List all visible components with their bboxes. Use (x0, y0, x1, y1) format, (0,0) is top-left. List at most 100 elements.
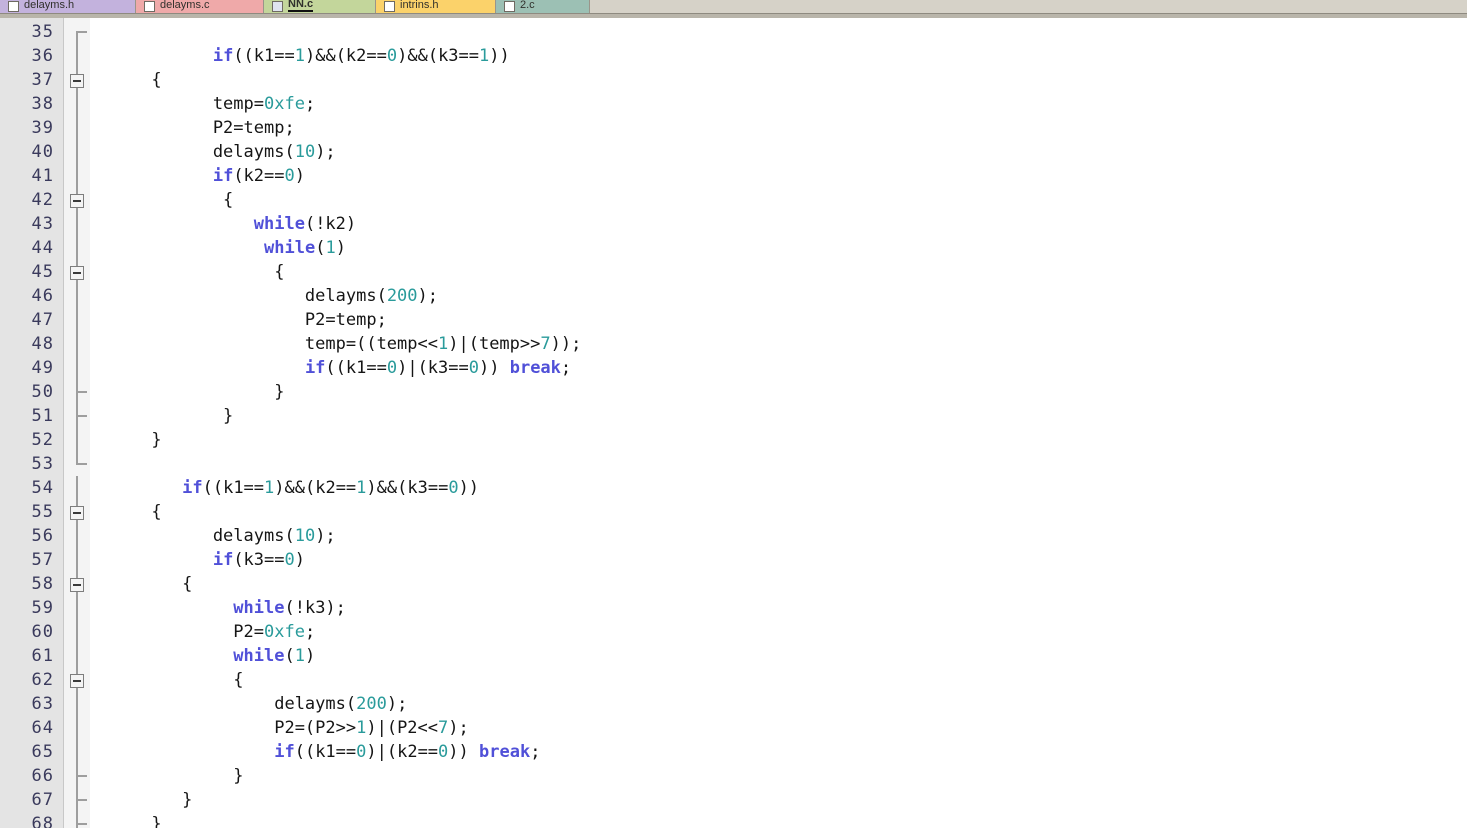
code-number: 0 (468, 358, 479, 378)
code-text: ( (315, 238, 326, 258)
code-text: ) (304, 646, 316, 666)
code-line[interactable]: while(!k2) (90, 212, 1467, 236)
fold-guide-line (76, 284, 78, 308)
code-number: 0xfe (264, 622, 305, 642)
code-text-area[interactable]: if((k1==1)&&(k2==0)&&(k3==1)) { temp=0xf… (90, 18, 1467, 828)
line-number: 36 (31, 46, 54, 66)
fold-collapse-icon[interactable] (70, 74, 84, 88)
tab-2-c[interactable]: 2.c (496, 0, 590, 13)
code-line[interactable]: P2=(P2>>1)|(P2<<7); (90, 716, 1467, 740)
code-text: } (90, 814, 162, 828)
fold-collapse-icon[interactable] (70, 194, 84, 208)
code-line[interactable]: { (90, 572, 1467, 596)
code-line[interactable]: while(!k3); (90, 596, 1467, 620)
code-text: P2= (90, 622, 264, 642)
tab-label: 2.c (520, 0, 535, 11)
code-line[interactable]: if((k1==0)|(k3==0)) break; (90, 356, 1467, 380)
code-line[interactable] (90, 20, 1467, 44)
code-keyword: if (212, 166, 234, 186)
tab-nn-c[interactable]: NN.c (264, 0, 376, 13)
fold-guide-line (76, 308, 78, 332)
document-icon (384, 1, 395, 12)
line-number-gutter: 35 36 37 38 39 40 41 42 43 44 45 46 47 48 49 50 51 52 53 54… (0, 18, 64, 828)
code-line[interactable]: temp=0xfe; (90, 92, 1467, 116)
fold-end-dash-icon (76, 463, 87, 465)
code-number: 0 (386, 46, 398, 66)
code-text: { (90, 190, 234, 210)
code-line[interactable]: } (90, 788, 1467, 812)
code-line[interactable]: } (90, 404, 1467, 428)
fold-guide-line (76, 32, 78, 44)
fold-collapse-icon[interactable] (70, 266, 84, 280)
code-line[interactable]: P2=temp; (90, 308, 1467, 332)
code-text: } (90, 430, 162, 450)
code-line[interactable]: if((k1==0)|(k2==0)) break; (90, 740, 1467, 764)
code-folding-margin[interactable] (64, 18, 90, 828)
code-line[interactable]: P2=temp; (90, 116, 1467, 140)
line-number: 68 (31, 814, 54, 828)
fold-guide-line (76, 548, 78, 572)
code-line[interactable]: if((k1==1)&&(k2==0)&&(k3==1)) (90, 44, 1467, 68)
code-line[interactable]: delayms(200); (90, 692, 1467, 716)
code-line[interactable]: if((k1==1)&&(k2==1)&&(k3==0)) (90, 476, 1467, 500)
line-number: 61 (31, 646, 54, 666)
code-text: ; (560, 358, 572, 378)
line-number: 56 (31, 526, 54, 546)
fold-collapse-icon[interactable] (70, 506, 84, 520)
code-line[interactable]: { (90, 260, 1467, 284)
tab-delayms-c[interactable]: delayms.c (136, 0, 264, 13)
code-keyword: if (182, 478, 203, 498)
code-line[interactable]: } (90, 380, 1467, 404)
code-number: 1 (479, 46, 490, 66)
code-line[interactable]: if(k2==0) (90, 164, 1467, 188)
code-text: ; (530, 742, 541, 762)
fold-guide-line (76, 620, 78, 644)
code-line[interactable]: delayms(200); (90, 284, 1467, 308)
code-line[interactable]: { (90, 188, 1467, 212)
code-text: )); (550, 334, 582, 354)
code-line[interactable] (90, 452, 1467, 476)
code-text: (k2== (233, 166, 285, 186)
code-line[interactable]: delayms(10); (90, 140, 1467, 164)
code-line[interactable]: } (90, 812, 1467, 828)
line-number: 46 (31, 286, 54, 306)
tab-delayms-h[interactable]: delayms.h (0, 0, 136, 13)
code-line[interactable]: while(1) (90, 644, 1467, 668)
code-keyword: break (509, 358, 561, 378)
code-number: 200 (386, 286, 418, 306)
code-line[interactable]: while(1) (90, 236, 1467, 260)
tab-label: delayms.h (24, 0, 75, 11)
tab-label: delayms.c (160, 0, 210, 11)
code-line[interactable]: { (90, 668, 1467, 692)
code-text: ((k1== (325, 358, 387, 378)
tab-bar[interactable]: delayms.h delayms.c NN.c intrins.h 2.c (0, 0, 1467, 13)
fold-row (64, 356, 90, 380)
code-text: ); (448, 718, 469, 738)
line-number: 52 (31, 430, 54, 450)
code-keyword: while (264, 238, 316, 258)
fold-row (64, 212, 90, 236)
fold-row (64, 140, 90, 164)
fold-collapse-icon[interactable] (70, 578, 84, 592)
code-text: ) (335, 238, 346, 258)
fold-row (64, 548, 90, 572)
code-text: ); (386, 694, 408, 714)
code-line[interactable]: temp=((temp<<1)|(temp>>7)); (90, 332, 1467, 356)
line-number: 37 (31, 70, 54, 90)
code-text: (!k3); (284, 598, 346, 618)
line-number: 39 (31, 118, 54, 138)
code-line[interactable]: { (90, 500, 1467, 524)
code-line[interactable]: P2=0xfe; (90, 620, 1467, 644)
code-line[interactable]: delayms(10); (90, 524, 1467, 548)
fold-row (64, 500, 90, 524)
editor-area[interactable]: 35 36 37 38 39 40 41 42 43 44 45 46 47 48 49 50 51 52 53 54… (0, 18, 1467, 828)
code-line[interactable]: } (90, 428, 1467, 452)
code-line[interactable]: if(k3==0) (90, 548, 1467, 572)
code-line[interactable]: } (90, 764, 1467, 788)
tab-intrins-h[interactable]: intrins.h (376, 0, 496, 13)
code-line[interactable]: { (90, 68, 1467, 92)
fold-guide-line (76, 44, 78, 68)
fold-collapse-icon[interactable] (70, 674, 84, 688)
fold-row (64, 428, 90, 452)
fold-guide-line (76, 164, 78, 188)
